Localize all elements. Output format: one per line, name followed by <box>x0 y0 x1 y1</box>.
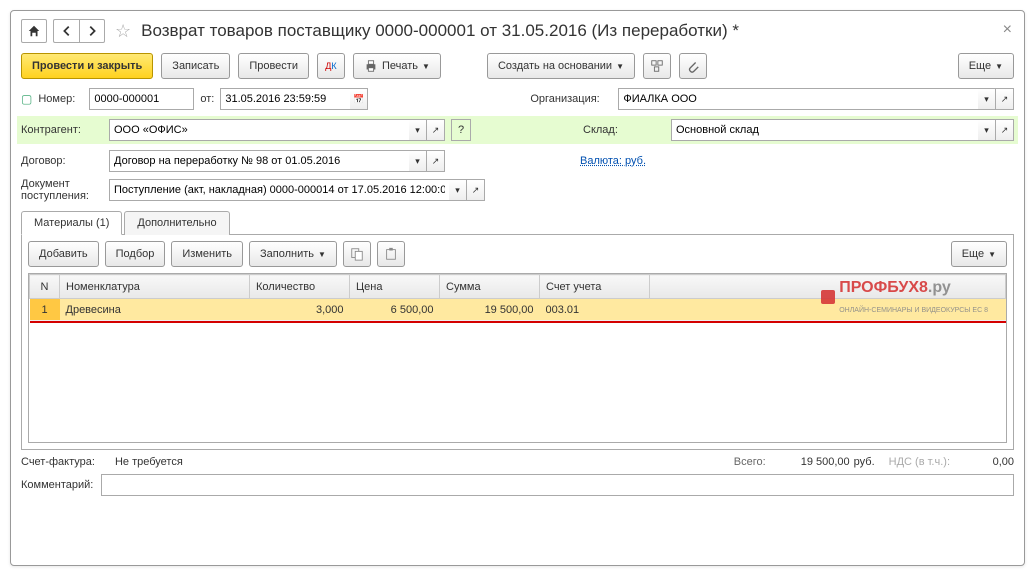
date-field[interactable] <box>220 88 350 110</box>
dropdown-icon[interactable]: ▾ <box>409 119 427 141</box>
total-label: Всего: <box>734 456 766 468</box>
more-button[interactable]: Еще▼ <box>958 53 1014 79</box>
invoice-label: Счет-фактура: <box>21 456 95 468</box>
vat-value: 0,00 <box>954 456 1014 468</box>
change-button[interactable]: Изменить <box>171 241 243 267</box>
dt-kt-button[interactable]: ДК <box>317 53 345 79</box>
dropdown-icon[interactable]: ▾ <box>978 119 996 141</box>
col-account[interactable]: Счет учета <box>540 275 650 299</box>
dropdown-icon[interactable]: ▾ <box>449 179 467 201</box>
col-qty[interactable]: Количество <box>250 275 350 299</box>
back-button[interactable] <box>53 19 79 43</box>
structure-button[interactable] <box>643 53 671 79</box>
sub-more-button[interactable]: Еще▼ <box>951 241 1007 267</box>
post-and-close-button[interactable]: Провести и закрыть <box>21 53 153 79</box>
favorite-star-icon[interactable]: ☆ <box>115 21 131 42</box>
vat-label: НДС (в т.ч.): <box>889 456 950 468</box>
total-value: 19 500,00 <box>770 456 850 468</box>
number-label: Номер: <box>38 93 83 105</box>
contractor-field[interactable] <box>109 119 409 141</box>
window-title: Возврат товаров поставщику 0000-000001 о… <box>141 21 739 41</box>
materials-table[interactable]: N Номенклатура Количество Цена Сумма Сче… <box>28 273 1007 443</box>
help-icon[interactable]: ? <box>451 119 471 141</box>
open-icon[interactable]: ↗ <box>996 119 1014 141</box>
contractor-label: Контрагент: <box>21 124 103 136</box>
save-button[interactable]: Записать <box>161 53 230 79</box>
calendar-icon[interactable]: 📅 <box>350 88 368 110</box>
contract-field[interactable] <box>109 150 409 172</box>
org-field[interactable] <box>618 88 978 110</box>
forward-button[interactable] <box>79 19 105 43</box>
docbase-label: Документ поступления: <box>21 178 103 202</box>
post-button[interactable]: Провести <box>238 53 309 79</box>
create-based-on-button[interactable]: Создать на основании▼ <box>487 53 635 79</box>
tab-additional[interactable]: Дополнительно <box>124 211 229 235</box>
doc-status-icon: ▢ <box>21 92 32 106</box>
copy-icon[interactable] <box>343 241 371 267</box>
number-field[interactable] <box>89 88 194 110</box>
open-icon[interactable]: ↗ <box>996 88 1014 110</box>
dropdown-icon[interactable]: ▾ <box>409 150 427 172</box>
comment-label: Комментарий: <box>21 479 93 491</box>
add-button[interactable]: Добавить <box>28 241 99 267</box>
contract-label: Договор: <box>21 155 103 167</box>
warehouse-label: Склад: <box>583 124 665 136</box>
attach-button[interactable] <box>679 53 707 79</box>
col-item[interactable]: Номенклатура <box>60 275 250 299</box>
dropdown-icon[interactable]: ▾ <box>978 88 996 110</box>
warehouse-field[interactable] <box>671 119 978 141</box>
org-label: Организация: <box>530 93 612 105</box>
date-label: от: <box>200 93 214 105</box>
fill-button[interactable]: Заполнить▼ <box>249 241 337 267</box>
paste-icon[interactable] <box>377 241 405 267</box>
close-icon[interactable]: × <box>1003 21 1012 39</box>
tab-materials[interactable]: Материалы (1) <box>21 211 122 235</box>
col-sum[interactable]: Сумма <box>440 275 540 299</box>
open-icon[interactable]: ↗ <box>427 119 445 141</box>
currency-link[interactable]: Валюта: руб. <box>580 155 646 167</box>
col-n[interactable]: N <box>30 275 60 299</box>
docbase-field[interactable] <box>109 179 449 201</box>
pick-button[interactable]: Подбор <box>105 241 166 267</box>
open-icon[interactable]: ↗ <box>467 179 485 201</box>
open-icon[interactable]: ↗ <box>427 150 445 172</box>
invoice-value: Не требуется <box>115 456 183 468</box>
watermark: ПРОФБУХ8.руОНЛАЙН-СЕМИНАРЫ И ВИДЕОКУРСЫ … <box>821 279 988 314</box>
home-button[interactable] <box>21 19 47 43</box>
print-button[interactable]: Печать▼ <box>353 53 441 79</box>
comment-field[interactable] <box>101 474 1014 496</box>
col-price[interactable]: Цена <box>350 275 440 299</box>
